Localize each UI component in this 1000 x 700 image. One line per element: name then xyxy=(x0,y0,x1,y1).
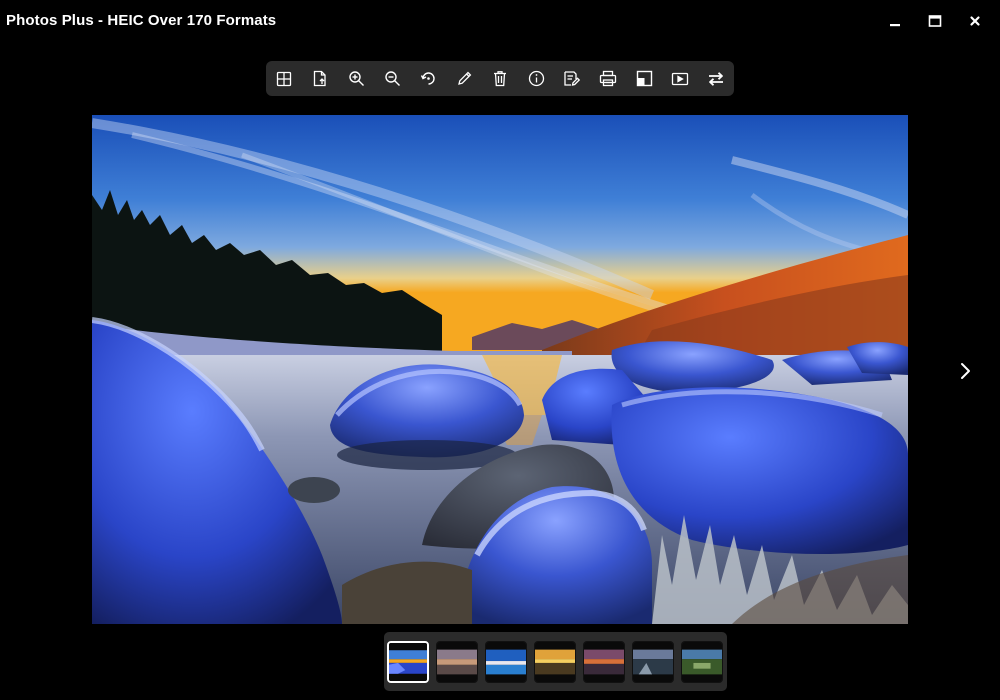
thumbnail-3[interactable] xyxy=(485,641,527,683)
window-title: Photos Plus - HEIC Over 170 Formats xyxy=(6,12,277,29)
thumbnail-6[interactable] xyxy=(632,641,674,683)
thumbnail-image xyxy=(682,642,722,682)
thumbnail-image xyxy=(437,642,477,682)
zoom-in-icon xyxy=(348,71,364,86)
grid-icon xyxy=(276,71,292,86)
image-toolbar xyxy=(266,61,734,96)
printer-icon xyxy=(599,70,617,87)
thumbnail-1[interactable] xyxy=(387,641,429,683)
edit-button[interactable] xyxy=(446,61,482,96)
pencil-icon xyxy=(457,71,471,85)
title-bar: Photos Plus - HEIC Over 170 Formats xyxy=(0,0,1000,44)
minimize-icon xyxy=(890,24,900,27)
zoom-out-button[interactable] xyxy=(374,61,410,96)
zoom-in-button[interactable] xyxy=(338,61,374,96)
thumbnail-5[interactable] xyxy=(583,641,625,683)
thumbnail-image xyxy=(486,642,526,682)
maximize-button[interactable] xyxy=(915,6,955,36)
trash-icon xyxy=(494,71,506,87)
thumbnail-image xyxy=(389,643,427,681)
slideshow-button[interactable] xyxy=(662,61,698,96)
info-button[interactable] xyxy=(518,61,554,96)
zoom-out-icon xyxy=(384,71,400,86)
delete-button[interactable] xyxy=(482,61,518,96)
save-edit-icon xyxy=(564,71,581,86)
thumbnail-image xyxy=(584,642,624,682)
maximize-icon xyxy=(928,15,942,27)
close-icon xyxy=(970,16,980,26)
slideshow-icon xyxy=(671,72,689,85)
gallery-button[interactable] xyxy=(266,61,302,96)
file-open-icon xyxy=(313,70,326,87)
rotate-icon xyxy=(420,72,435,85)
rotate-button[interactable] xyxy=(410,61,446,96)
thumbnail-4[interactable] xyxy=(534,641,576,683)
convert-arrows-icon xyxy=(709,71,723,86)
set-background-button[interactable] xyxy=(626,61,662,96)
thumbnail-image xyxy=(535,642,575,682)
close-button[interactable] xyxy=(955,6,995,36)
minimize-button[interactable] xyxy=(875,6,915,36)
next-image-button[interactable] xyxy=(948,354,982,388)
open-file-button[interactable] xyxy=(302,61,338,96)
landscape-image xyxy=(92,115,908,624)
convert-button[interactable] xyxy=(698,61,734,96)
thumbnail-strip xyxy=(384,632,727,691)
save-as-button[interactable] xyxy=(554,61,590,96)
info-icon xyxy=(528,70,544,87)
thumbnail-2[interactable] xyxy=(436,641,478,683)
print-button[interactable] xyxy=(590,61,626,96)
chevron-right-icon xyxy=(961,363,970,379)
thumbnail-image xyxy=(633,642,673,682)
main-photo xyxy=(92,115,908,624)
wallpaper-icon xyxy=(636,70,652,87)
thumbnail-7[interactable] xyxy=(681,641,723,683)
